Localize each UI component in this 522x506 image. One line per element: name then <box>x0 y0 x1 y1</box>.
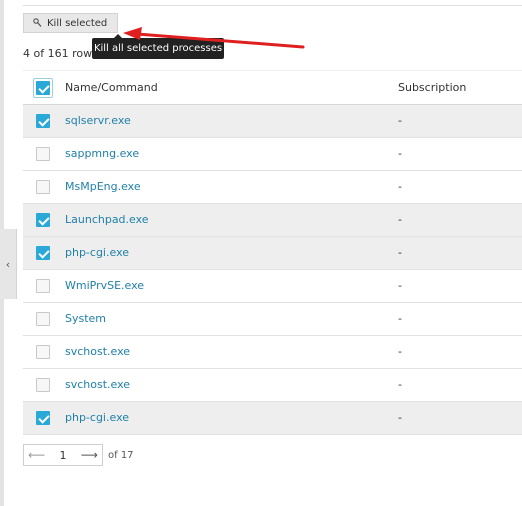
pagination: ⟵ 1 ⟶ of 17 <box>23 444 134 466</box>
table-row[interactable]: svchost.exe - <box>23 369 522 402</box>
chevron-left-icon: ‹ <box>5 257 11 271</box>
process-name-link[interactable]: svchost.exe <box>65 378 130 391</box>
column-header-name[interactable]: Name/Command <box>65 81 158 94</box>
process-name-link[interactable]: WmiPrvSE.exe <box>65 279 144 292</box>
table-header: Name/Command Subscription <box>23 70 522 105</box>
row-checkbox[interactable] <box>36 279 50 293</box>
row-checkbox[interactable] <box>36 312 50 326</box>
subscription-cell: - <box>398 180 402 193</box>
subscription-cell: - <box>398 114 402 127</box>
process-name-link[interactable]: php-cgi.exe <box>65 411 129 424</box>
column-header-subscription[interactable]: Subscription <box>398 81 466 94</box>
top-divider <box>23 5 522 6</box>
subscription-cell: - <box>398 279 402 292</box>
process-name-link[interactable]: svchost.exe <box>65 345 130 358</box>
sidebar-collapse-toggle[interactable]: ‹ <box>0 229 17 299</box>
process-name-link[interactable]: System <box>65 312 106 325</box>
table-row[interactable]: System - <box>23 303 522 336</box>
table-row[interactable]: WmiPrvSE.exe - <box>23 270 522 303</box>
kill-selected-label: Kill selected <box>47 17 108 29</box>
page-total: of 17 <box>108 449 134 461</box>
table-row[interactable]: MsMpEng.exe - <box>23 171 522 204</box>
kill-process-icon <box>33 18 42 27</box>
table-row[interactable]: sappmng.exe - <box>23 138 522 171</box>
row-checkbox[interactable] <box>36 411 50 425</box>
subscription-cell: - <box>398 147 402 160</box>
table-row[interactable]: php-cgi.exe - <box>23 237 522 270</box>
row-checkbox[interactable] <box>36 213 50 227</box>
row-checkbox[interactable] <box>36 114 50 128</box>
row-checkbox[interactable] <box>36 180 50 194</box>
process-name-link[interactable]: sqlservr.exe <box>65 114 131 127</box>
subscription-cell: - <box>398 411 402 424</box>
page-number-input[interactable]: 1 <box>60 449 67 462</box>
select-all-checkbox-focus[interactable] <box>33 78 53 98</box>
table-body: sqlservr.exe - sappmng.exe - MsMpEng.exe - Lau… <box>23 105 522 435</box>
kill-selected-button[interactable]: Kill selected <box>23 13 118 33</box>
table-row[interactable]: Launchpad.exe - <box>23 204 522 237</box>
page-selector: ⟵ 1 ⟶ <box>23 444 103 466</box>
subscription-cell: - <box>398 345 402 358</box>
process-name-link[interactable]: Launchpad.exe <box>65 213 149 226</box>
select-all-checkbox[interactable] <box>36 81 50 95</box>
row-checkbox[interactable] <box>36 246 50 260</box>
row-checkbox[interactable] <box>36 378 50 392</box>
subscription-cell: - <box>398 213 402 226</box>
process-name-link[interactable]: sappmng.exe <box>65 147 139 160</box>
rows-count: 4 of 161 rows <box>23 47 98 60</box>
arrow-right-icon[interactable]: ⟶ <box>81 448 98 462</box>
table-row[interactable]: php-cgi.exe - <box>23 402 522 435</box>
row-checkbox[interactable] <box>36 147 50 161</box>
process-name-link[interactable]: php-cgi.exe <box>65 246 129 259</box>
table-row[interactable]: svchost.exe - <box>23 336 522 369</box>
arrow-left-icon[interactable]: ⟵ <box>28 448 45 462</box>
process-name-link[interactable]: MsMpEng.exe <box>65 180 141 193</box>
subscription-cell: - <box>398 312 402 325</box>
subscription-cell: - <box>398 378 402 391</box>
table-row[interactable]: sqlservr.exe - <box>23 105 522 138</box>
subscription-cell: - <box>398 246 402 259</box>
kill-tooltip: Kill all selected processes <box>92 34 224 59</box>
process-table: Name/Command Subscription sqlservr.exe - s… <box>23 70 522 435</box>
row-checkbox[interactable] <box>36 345 50 359</box>
